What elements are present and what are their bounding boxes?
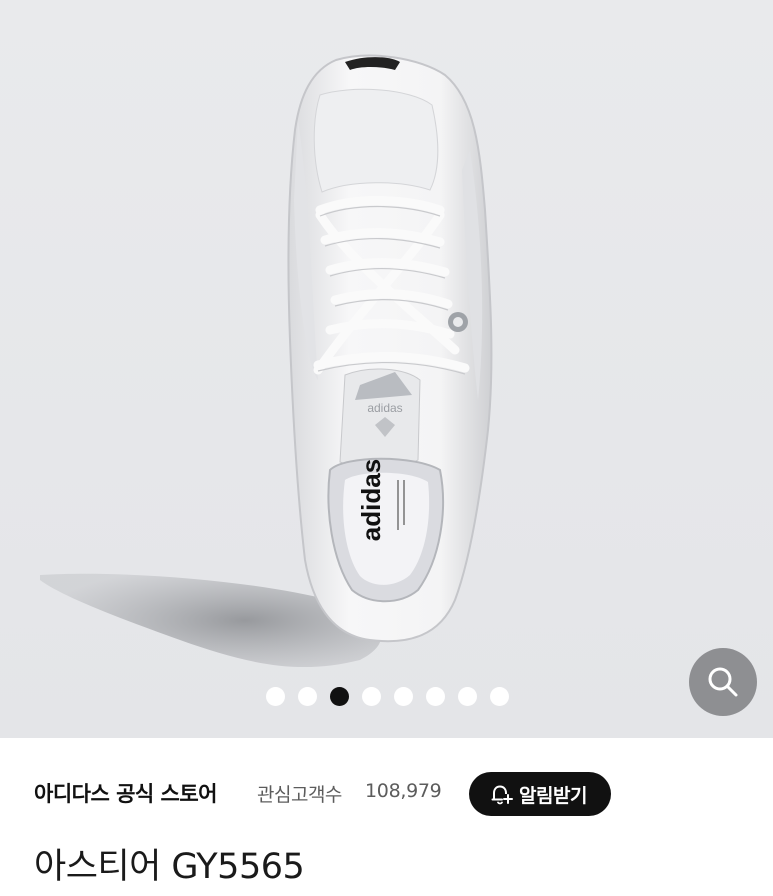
svg-text:adidas: adidas	[367, 401, 402, 415]
gallery-pagination	[266, 687, 509, 706]
search-icon	[708, 667, 738, 697]
product-image-gallery[interactable]: adidas adidas	[0, 0, 773, 738]
gallery-dot[interactable]	[394, 687, 413, 706]
store-name-link[interactable]: 아디다스 공식 스토어	[34, 778, 218, 808]
follower-label: 관심고객수	[257, 784, 342, 806]
gallery-dot[interactable]	[362, 687, 381, 706]
svg-text:adidas: adidas	[356, 459, 386, 541]
notify-button[interactable]: 알림받기	[469, 772, 611, 816]
product-title: 아스티어 GY5565	[34, 847, 305, 887]
follower-count: 108,979	[365, 780, 442, 802]
bell-plus-icon	[491, 785, 514, 805]
gallery-dot[interactable]	[298, 687, 317, 706]
gallery-dot-active[interactable]	[330, 687, 349, 706]
gallery-dot[interactable]	[426, 687, 445, 706]
zoom-button[interactable]	[689, 648, 757, 716]
product-image: adidas adidas	[40, 54, 493, 668]
gallery-dot[interactable]	[490, 687, 509, 706]
notify-button-label: 알림받기	[519, 784, 587, 807]
gallery-dot[interactable]	[458, 687, 477, 706]
gallery-dot[interactable]	[266, 687, 285, 706]
